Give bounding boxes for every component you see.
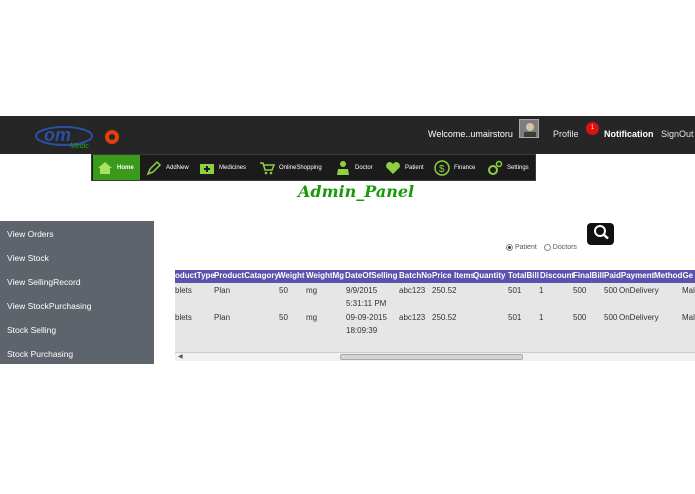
- col-header[interactable]: BatchNo: [399, 271, 432, 280]
- menu-label: Settings: [507, 164, 529, 171]
- menu-label: Home: [117, 164, 134, 171]
- signout-link[interactable]: SignOut: [661, 129, 694, 139]
- page-title: Admin_Panel: [298, 182, 415, 201]
- cell-weight-mg: mg: [306, 313, 318, 322]
- menu-label: Patient: [405, 164, 424, 171]
- menu-onlineshopping[interactable]: OnlineShopping: [255, 155, 330, 180]
- col-header[interactable]: Price: [432, 271, 452, 280]
- home-icon: [96, 159, 114, 177]
- cell-gender: Mal: [682, 313, 695, 322]
- col-header[interactable]: Quantity: [473, 271, 505, 280]
- welcome-text: Welcome..umairstoru: [428, 129, 513, 139]
- col-header[interactable]: MethodGe: [654, 271, 693, 280]
- col-header[interactable]: WeightMg: [306, 271, 344, 280]
- user-type-filter: Patient Doctors: [506, 244, 577, 251]
- patient-radio[interactable]: [506, 244, 513, 251]
- sidebar-item-view-stockpurchasing[interactable]: View StockPurchasing: [7, 301, 91, 311]
- cell-date: 9/9/2015: [346, 286, 378, 295]
- cell-product-type: blets: [175, 313, 192, 322]
- cell-price: 250.52: [432, 313, 457, 322]
- col-header[interactable]: TotalBill: [508, 271, 539, 280]
- scroll-left-arrow-icon[interactable]: ◀: [178, 353, 183, 360]
- cell-product-type: blets: [175, 286, 192, 295]
- menu-label: AddNew: [166, 164, 189, 171]
- doctor-icon: [334, 159, 352, 177]
- menu-doctor[interactable]: Doctor: [331, 155, 381, 180]
- gear-icon: [486, 159, 504, 177]
- cell-final: 500: [573, 313, 587, 322]
- dollar-icon: $: [433, 159, 451, 177]
- search-icon: [591, 224, 611, 245]
- sidebar-item-view-stock[interactable]: View Stock: [7, 253, 49, 263]
- cell-total: 501: [508, 313, 522, 322]
- logo-text: om: [44, 125, 71, 145]
- cell-gender: Mal: [682, 286, 695, 295]
- menu-patient[interactable]: Patient: [381, 155, 429, 180]
- medkit-icon: [198, 159, 216, 177]
- cell-price: 250.52: [432, 286, 457, 295]
- scrollbar-thumb[interactable]: [340, 354, 523, 360]
- cell-category: Plan: [214, 313, 231, 322]
- menu-finance[interactable]: $ Finance: [430, 155, 482, 180]
- grid-body: blets Plan 50 mg 9/9/2015 5:31:11 PM abc…: [175, 283, 695, 352]
- cell-time: 5:31:11 PM: [346, 299, 387, 308]
- cell-method: OnDelivery: [619, 286, 659, 295]
- col-header[interactable]: Items: [454, 271, 475, 280]
- sidebar-item-stock-purchasing[interactable]: Stock Purchasing: [7, 349, 73, 359]
- cell-date: 09-09-2015: [346, 313, 387, 322]
- menu-label: Finance: [454, 164, 476, 171]
- app-logo[interactable]: om Medic: [34, 124, 124, 150]
- cell-discount: 1: [539, 313, 544, 322]
- col-header[interactable]: DateOfSelling: [345, 271, 397, 280]
- col-header[interactable]: oductType: [175, 271, 215, 280]
- col-header[interactable]: ProductCatagory: [214, 271, 279, 280]
- cell-paid: 500: [604, 286, 618, 295]
- doctors-radio[interactable]: [543, 244, 551, 251]
- cell-total: 501: [508, 286, 522, 295]
- cell-final: 500: [573, 286, 587, 295]
- patient-radio-label: Patient: [515, 244, 537, 251]
- sidebar-item-view-orders[interactable]: View Orders: [7, 229, 54, 239]
- orders-grid: oductType ProductCatagory Weight WeightM…: [175, 270, 695, 352]
- cell-discount: 1: [539, 286, 544, 295]
- menu-settings[interactable]: Settings: [483, 155, 535, 180]
- menu-medicines[interactable]: Medicines: [195, 155, 255, 180]
- grid-horizontal-scrollbar[interactable]: ◀: [175, 352, 695, 361]
- sidebar-item-stock-selling[interactable]: Stock Selling: [7, 325, 56, 335]
- avatar[interactable]: [519, 119, 539, 138]
- cell-batch: abc123: [399, 286, 426, 295]
- cell-category: Plan: [214, 286, 231, 295]
- grid-header: oductType ProductCatagory Weight WeightM…: [175, 270, 695, 283]
- col-header[interactable]: PaidPayment: [604, 271, 654, 280]
- doctors-radio-label: Doctors: [552, 244, 577, 251]
- main-menu: Home AddNew Medicines OnlineShopping Doc…: [91, 154, 536, 181]
- notification-link[interactable]: Notification: [604, 129, 654, 139]
- pencil-icon: [145, 159, 163, 177]
- notification-badge[interactable]: 1: [586, 122, 599, 135]
- menu-home[interactable]: Home: [93, 155, 140, 180]
- cart-icon: [258, 159, 276, 177]
- cell-method: OnDelivery: [619, 313, 659, 322]
- logo-subtext: Medic: [70, 143, 89, 150]
- menu-addnew[interactable]: AddNew: [142, 155, 195, 180]
- col-header[interactable]: FinalBill: [573, 271, 604, 280]
- cell-batch: abc123: [399, 313, 426, 322]
- cell-time: 18:09:39: [346, 326, 378, 335]
- search-button[interactable]: [587, 223, 614, 245]
- cell-paid: 500: [604, 313, 618, 322]
- menu-label: Doctor: [355, 164, 373, 171]
- menu-label: OnlineShopping: [279, 164, 322, 171]
- profile-link[interactable]: Profile: [553, 129, 579, 139]
- heart-icon: [384, 159, 402, 177]
- menu-label: Medicines: [219, 164, 247, 171]
- sidebar: View Orders View Stock View SellingRecor…: [0, 221, 154, 364]
- cell-weight: 50: [279, 286, 288, 295]
- col-header[interactable]: Discount: [540, 271, 574, 280]
- sidebar-item-view-sellingrecord[interactable]: View SellingRecord: [7, 277, 81, 287]
- cell-weight-mg: mg: [306, 286, 318, 295]
- cell-weight: 50: [279, 313, 288, 322]
- svg-text:$: $: [439, 164, 445, 175]
- col-header[interactable]: Weight: [278, 271, 305, 280]
